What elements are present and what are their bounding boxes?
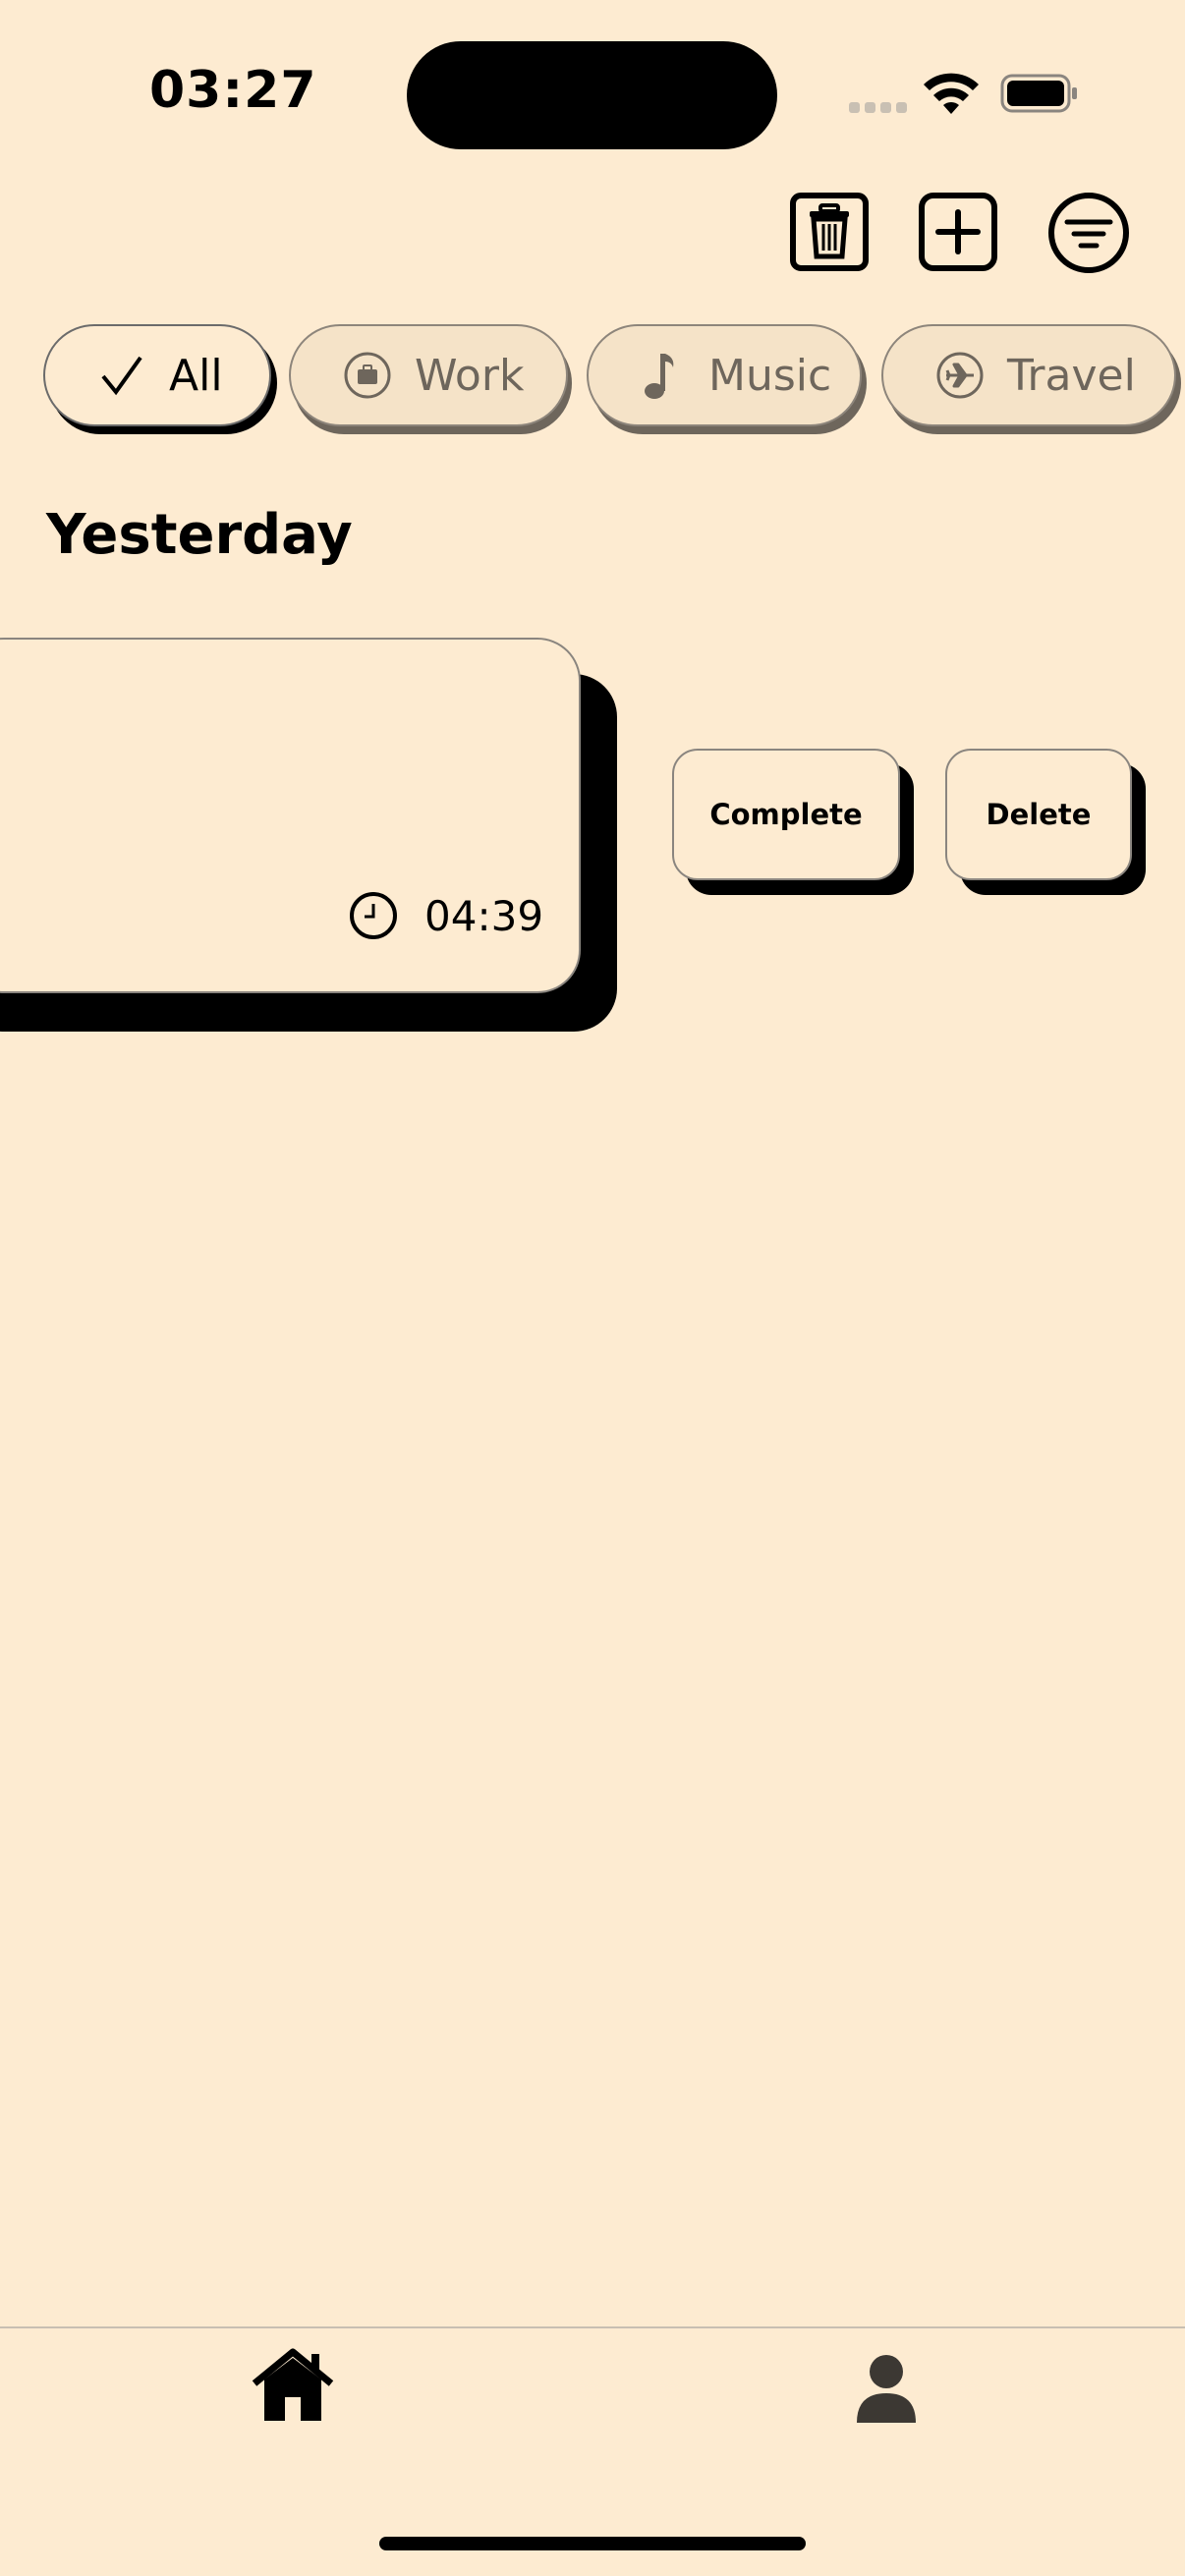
status-time: 03:27 — [149, 61, 317, 120]
section-title: Yesterday — [46, 503, 353, 567]
chip-travel[interactable]: Travel — [881, 324, 1176, 426]
filter-button[interactable] — [1047, 192, 1130, 274]
add-task-button[interactable] — [918, 192, 998, 272]
airplane-icon — [934, 350, 986, 401]
chip-label: Music — [708, 350, 832, 401]
checkmark-icon — [96, 350, 147, 401]
home-icon — [252, 2348, 334, 2421]
clock-icon — [350, 892, 397, 939]
tab-home[interactable] — [249, 2346, 337, 2435]
chip-work[interactable]: Work — [289, 324, 568, 426]
chip-label: Travel — [1007, 350, 1136, 401]
tab-profile[interactable] — [847, 2348, 935, 2436]
app-screen: 03:27 All Work Music Travel Yesterday 04… — [0, 0, 1185, 2576]
chip-all[interactable]: All — [43, 324, 271, 426]
plus-square-icon — [919, 193, 997, 271]
delete-button[interactable]: Delete — [945, 749, 1132, 880]
briefcase-icon — [342, 350, 393, 401]
wifi-icon — [924, 73, 979, 114]
complete-button[interactable]: Complete — [672, 749, 900, 880]
chip-music[interactable]: Music — [587, 324, 862, 426]
home-indicator — [379, 2537, 806, 2550]
chip-label: Work — [415, 350, 525, 401]
category-chips: All Work Music Travel — [0, 320, 1185, 438]
trash-icon — [790, 193, 869, 271]
task-time-label: 04:39 — [424, 891, 544, 940]
music-note-icon — [636, 350, 687, 401]
battery-icon — [1000, 74, 1077, 113]
delete-all-button[interactable] — [789, 192, 870, 272]
task-time: 04:39 — [348, 890, 543, 941]
filter-icon — [1048, 193, 1129, 273]
chip-label: All — [169, 350, 223, 401]
dynamic-island — [407, 41, 777, 149]
cellular-signal-icon — [849, 102, 907, 113]
profile-icon — [857, 2355, 916, 2423]
